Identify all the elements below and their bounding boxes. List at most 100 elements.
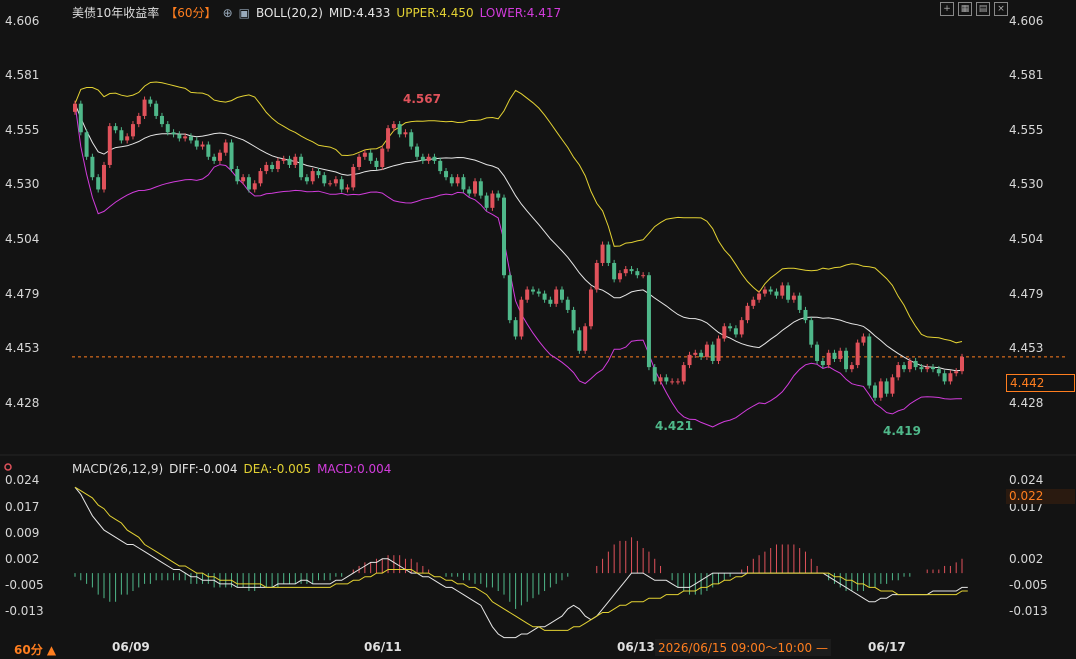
candle (530, 289, 535, 292)
candle (606, 244, 611, 263)
candle (444, 171, 449, 178)
candle (357, 156, 362, 167)
candle (420, 156, 425, 161)
candle (919, 367, 924, 370)
candle (907, 360, 912, 370)
candle (142, 99, 147, 116)
candle (426, 156, 431, 161)
candle (913, 360, 918, 368)
candle (119, 130, 124, 141)
candle (397, 124, 402, 135)
candle (710, 344, 715, 361)
candle (101, 164, 106, 190)
candle (328, 183, 333, 185)
candle (577, 330, 582, 351)
candle (362, 152, 367, 157)
candle (380, 148, 385, 167)
candle (942, 373, 947, 382)
candle (113, 126, 118, 131)
candle (873, 385, 878, 398)
candle (803, 309, 808, 321)
candle (687, 354, 692, 366)
candle (310, 171, 315, 182)
candle (90, 156, 95, 178)
candle (780, 285, 785, 296)
candle (571, 309, 576, 331)
candle (194, 140, 199, 147)
candle (791, 295, 796, 300)
candle (786, 285, 791, 300)
candle (832, 352, 837, 359)
candle (73, 103, 77, 112)
candle (177, 134, 182, 139)
candle (409, 132, 414, 147)
candle (583, 326, 588, 351)
candle (704, 344, 709, 357)
candle (890, 377, 895, 394)
candle (229, 142, 234, 170)
candle (902, 365, 907, 370)
candle (826, 352, 831, 366)
candle (565, 299, 570, 310)
candle (797, 295, 802, 310)
candle (293, 156, 298, 165)
candle (635, 271, 640, 276)
chart-canvas[interactable] (0, 0, 1076, 659)
candle (333, 179, 338, 184)
candle (588, 289, 593, 327)
candle (925, 367, 930, 370)
candle (594, 262, 599, 290)
candle (617, 273, 622, 280)
candle (745, 305, 750, 321)
candle (154, 103, 159, 116)
candle (757, 293, 762, 300)
candle (206, 144, 211, 157)
candle (867, 336, 872, 386)
dea-line (74, 486, 968, 631)
candle (455, 177, 460, 184)
candle (936, 369, 941, 374)
candle (386, 128, 391, 149)
candle (722, 326, 727, 339)
candle (716, 338, 721, 361)
candle (200, 144, 205, 147)
candle (768, 289, 773, 292)
candle (275, 160, 280, 170)
candle (600, 244, 605, 263)
candle (148, 99, 153, 104)
candle (820, 360, 825, 366)
candle (241, 177, 246, 182)
candle (345, 187, 350, 190)
diff-line (74, 486, 968, 639)
candle (664, 377, 669, 382)
candle (415, 146, 420, 157)
candle (670, 381, 675, 383)
candle (954, 371, 959, 374)
candle (258, 171, 263, 184)
boll-upper-line (74, 81, 963, 344)
candle (774, 291, 779, 296)
candle (165, 124, 170, 133)
candle (490, 193, 495, 208)
candle (751, 299, 756, 306)
candle (641, 275, 646, 277)
candle (728, 326, 733, 329)
candle (838, 350, 843, 359)
candle (183, 136, 188, 139)
candle (652, 367, 657, 382)
candle (130, 124, 135, 137)
candle (84, 132, 89, 157)
candle (368, 152, 373, 161)
candle (235, 169, 240, 182)
candle (299, 156, 304, 178)
candle (884, 381, 889, 394)
candle (264, 164, 269, 172)
candle (878, 381, 883, 398)
candle (542, 293, 547, 300)
candle (815, 344, 820, 361)
candle (733, 328, 738, 335)
candle (484, 195, 489, 208)
candle (246, 177, 251, 190)
candle (513, 320, 518, 337)
candle (217, 152, 222, 161)
